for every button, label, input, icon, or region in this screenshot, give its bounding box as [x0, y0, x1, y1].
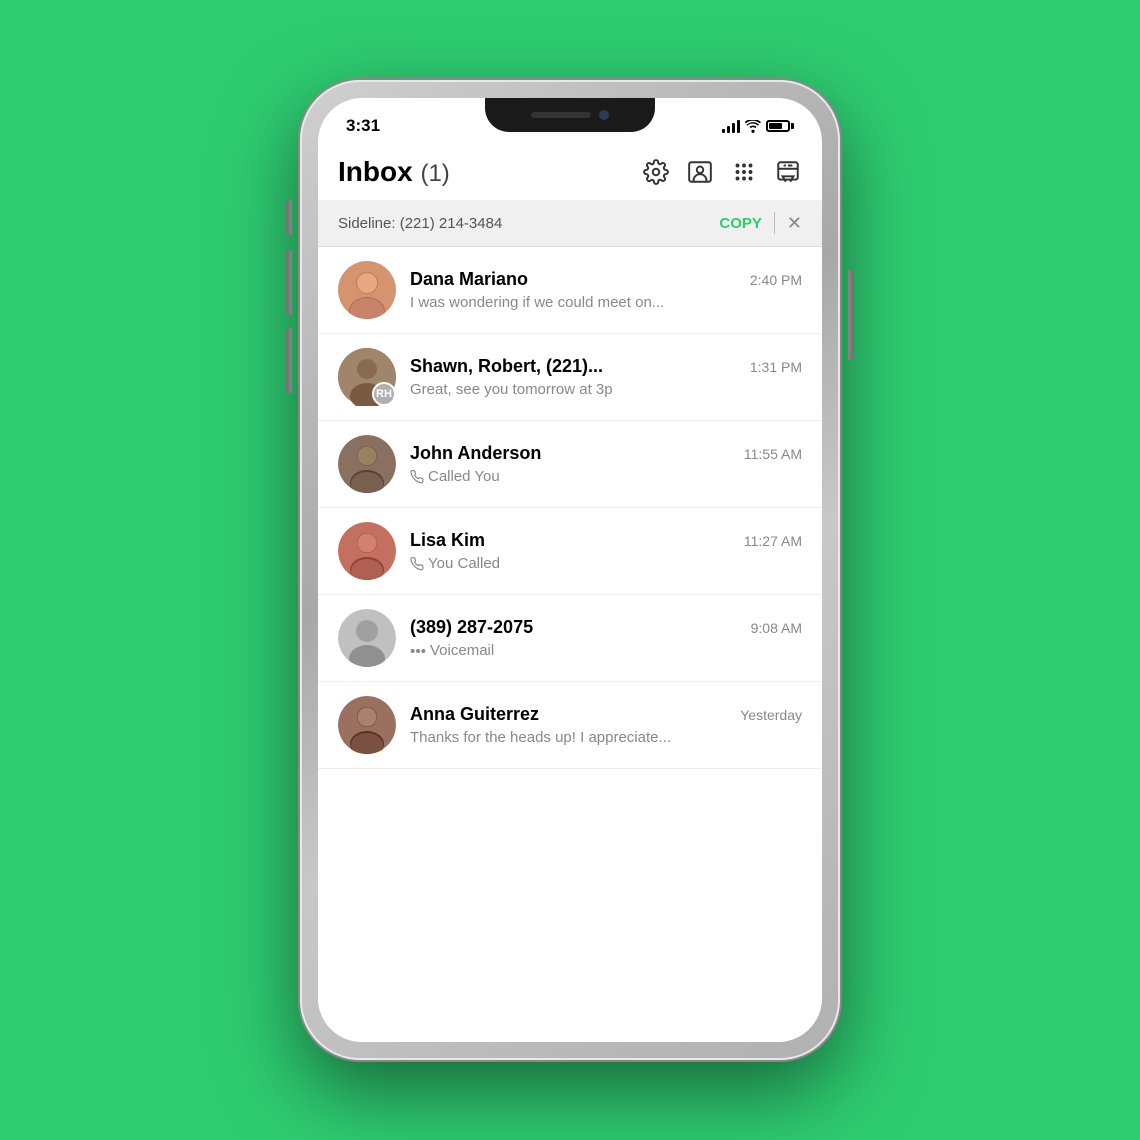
avatar	[338, 261, 396, 319]
conv-info: Anna Guiterrez Yesterday Thanks for the …	[410, 704, 802, 746]
conv-preview: You Called	[410, 555, 802, 572]
side-button-vol-up	[286, 250, 292, 315]
conv-name: Lisa Kim	[410, 530, 485, 551]
avatar-wrapper	[338, 435, 396, 493]
notch	[485, 98, 655, 132]
divider	[774, 212, 775, 234]
conversation-item[interactable]: Anna Guiterrez Yesterday Thanks for the …	[318, 682, 822, 769]
conversation-item[interactable]: Lisa Kim 11:27 AM You Called	[318, 508, 822, 595]
side-button-vol-down	[286, 328, 292, 393]
battery-icon	[766, 120, 794, 132]
conv-preview: I was wondering if we could meet on...	[410, 294, 802, 311]
conv-info: Lisa Kim 11:27 AM You Called	[410, 530, 802, 572]
conv-time: 1:31 PM	[750, 359, 802, 375]
conv-preview: Great, see you tomorrow at 3p	[410, 381, 802, 398]
conv-preview: Called You	[410, 468, 802, 485]
sideline-number: Sideline: (221) 214-3484	[338, 215, 719, 232]
contacts-icon[interactable]	[686, 158, 714, 186]
compose-icon[interactable]	[774, 158, 802, 186]
settings-icon[interactable]	[642, 158, 670, 186]
conv-preview: Thanks for the heads up! I appreciate...	[410, 729, 802, 746]
conv-name: Dana Mariano	[410, 269, 528, 290]
conv-name: Anna Guiterrez	[410, 704, 539, 725]
conv-time: 9:08 AM	[751, 620, 802, 636]
avatar-wrapper	[338, 696, 396, 754]
status-time: 3:31	[346, 116, 380, 136]
side-button-mute	[286, 200, 292, 235]
conv-info: Dana Mariano 2:40 PM I was wondering if …	[410, 269, 802, 311]
wifi-icon	[745, 120, 761, 133]
signal-icon	[722, 119, 740, 133]
conv-time: 2:40 PM	[750, 272, 802, 288]
conv-name: John Anderson	[410, 443, 541, 464]
status-icons	[722, 119, 794, 133]
inbox-header: Inbox (1)	[318, 146, 822, 200]
avatar-initials-badge: RH	[372, 382, 396, 406]
conv-time: 11:27 AM	[744, 533, 802, 549]
sideline-banner: Sideline: (221) 214-3484 COPY ✕	[318, 200, 822, 247]
conversation-item[interactable]: (389) 287-2075 9:08 AM Voicemail	[318, 595, 822, 682]
conversation-item[interactable]: RH Shawn, Robert, (221)... 1:31 PM Great…	[318, 334, 822, 421]
conversation-item[interactable]: John Anderson 11:55 AM Called You	[318, 421, 822, 508]
phone-screen: 3:31	[318, 98, 822, 1042]
avatar-wrapper	[338, 609, 396, 667]
conversation-item[interactable]: Dana Mariano 2:40 PM I was wondering if …	[318, 247, 822, 334]
conv-name: (389) 287-2075	[410, 617, 533, 638]
conv-info: John Anderson 11:55 AM Called You	[410, 443, 802, 485]
speaker	[531, 112, 591, 118]
front-camera	[599, 110, 609, 120]
conv-info: (389) 287-2075 9:08 AM Voicemail	[410, 617, 802, 659]
conv-name: Shawn, Robert, (221)...	[410, 356, 603, 377]
conv-info: Shawn, Robert, (221)... 1:31 PM Great, s…	[410, 356, 802, 398]
app-content: Inbox (1)	[318, 146, 822, 1042]
conv-time: Yesterday	[740, 707, 802, 723]
avatar-wrapper: RH	[338, 348, 396, 406]
page-title: Inbox (1)	[338, 156, 450, 188]
avatar-wrapper	[338, 522, 396, 580]
close-banner-button[interactable]: ✕	[787, 213, 802, 234]
avatar-wrapper	[338, 261, 396, 319]
conv-preview: Voicemail	[410, 642, 802, 659]
dialpad-icon[interactable]	[730, 158, 758, 186]
phone-frame: 3:31	[300, 80, 840, 1060]
side-button-power	[848, 270, 854, 360]
copy-button[interactable]: COPY	[719, 215, 762, 232]
header-actions	[642, 158, 802, 186]
conversation-list: Dana Mariano 2:40 PM I was wondering if …	[318, 247, 822, 1042]
conv-time: 11:55 AM	[744, 446, 802, 462]
